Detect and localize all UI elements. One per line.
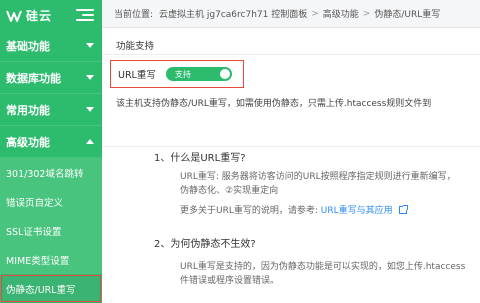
toggle-knob bbox=[219, 69, 230, 79]
sidebar-subitem-error-page[interactable]: 错误页自定义 bbox=[0, 187, 102, 216]
chevron-up-icon bbox=[86, 139, 94, 144]
breadcrumb-prefix: 当前位置: bbox=[114, 10, 154, 20]
breadcrumb-separator: > bbox=[362, 8, 371, 19]
advanced-submenu: 301/302域名跳转 错误页自定义 SSL证书设置 MIME类型设置 伪静态/… bbox=[0, 158, 102, 303]
chevron-down-icon bbox=[86, 43, 94, 48]
faq-answer-line: URL重写是支持的，因为伪静态功能是可以实现的，如您上传.htaccess bbox=[180, 262, 466, 272]
chevron-down-icon bbox=[86, 107, 94, 112]
sidebar-item-label: 基础功能 bbox=[6, 39, 50, 53]
logo-text: 硅云 bbox=[26, 8, 53, 23]
chevron-down-icon bbox=[86, 75, 94, 80]
sidebar-item-advanced[interactable]: 高级功能 bbox=[0, 126, 102, 158]
sidebar-nav: 基础功能 数据库功能 常用功能 高级功能 301/302域名跳转 错误页自定义 … bbox=[0, 30, 102, 303]
faq-q2: 2、为何伪静态不生效? bbox=[154, 238, 480, 252]
sidebar-item-label: 常用功能 bbox=[6, 103, 50, 117]
url-rewrite-feature: URL重写 支持 bbox=[110, 60, 244, 88]
sidebar-item-database[interactable]: 数据库功能 bbox=[0, 62, 102, 94]
url-rewrite-doc-link[interactable]: URL重写与其应用 bbox=[321, 206, 393, 216]
faq-answer-line: 件错误或程序设置错误。 bbox=[180, 276, 280, 286]
sidebar-item-label: 数据库功能 bbox=[6, 71, 61, 85]
section-title: 功能支持 bbox=[116, 41, 155, 52]
breadcrumb-separator: > bbox=[311, 8, 319, 19]
breadcrumb-item-current: 伪静态/URL重写 bbox=[374, 10, 441, 20]
main-content: 功能支持 URL重写 支持 该主机支持伪静态/URL重写，如需使用伪静态，只需上… bbox=[102, 28, 480, 300]
faq-q1: 1、什么是URL重写? bbox=[154, 152, 480, 166]
divider bbox=[102, 54, 480, 55]
faq-a1: URL重写: 服务器将访客访问的URL按照程序指定规则进行重新编写， 伪静态化、… bbox=[180, 170, 480, 218]
external-link-icon[interactable] bbox=[398, 205, 408, 214]
breadcrumb-item-panel[interactable]: 云虚拟主机 jg7ca6rc7h71 控制面板 bbox=[159, 7, 307, 20]
breadcrumb-item-advanced[interactable]: 高级功能 bbox=[323, 7, 359, 20]
feature-label: URL重写 bbox=[118, 70, 156, 81]
logo-icon bbox=[6, 8, 22, 22]
menu-toggle-icon[interactable] bbox=[76, 6, 96, 23]
faq-answer-line: URL重写: 服务器将访客访问的URL按照程序指定规则进行重新编写， bbox=[180, 172, 456, 182]
faq-more: 更多关于URL重写的说明，请参考: URL重写与其应用 bbox=[180, 204, 480, 218]
faq-a2: URL重写是支持的，因为伪静态功能是可以实现的，如您上传.htaccess 件错… bbox=[180, 260, 480, 288]
breadcrumb: 当前位置: 云虚拟主机 jg7ca6rc7h71 控制面板 > 高级功能 > 伪… bbox=[102, 0, 480, 28]
divider bbox=[102, 146, 480, 147]
sidebar: 硅云 基础功能 数据库功能 常用功能 高级功能 301/302域名跳转 错误页自… bbox=[0, 0, 102, 303]
faq-question: 1、什么是URL重写? bbox=[154, 153, 246, 164]
sidebar-item-basic[interactable]: 基础功能 bbox=[0, 30, 102, 62]
toggle-label: 支持 bbox=[174, 69, 191, 79]
sidebar-subitem-mime[interactable]: MIME类型设置 bbox=[0, 245, 102, 274]
sidebar-subitem-ssl[interactable]: SSL证书设置 bbox=[0, 216, 102, 245]
faq-answer-line: 伪静态化、②实现重定向 bbox=[180, 186, 279, 196]
sidebar-item-common[interactable]: 常用功能 bbox=[0, 94, 102, 126]
support-note: 该主机支持伪静态/URL重写，如需使用伪静态，只需上传.htaccess规则文件… bbox=[116, 99, 432, 109]
faq-question: 2、为何伪静态不生效? bbox=[154, 239, 256, 250]
sidebar-subitem-url-rewrite[interactable]: 伪静态/URL重写 bbox=[0, 274, 102, 303]
support-toggle[interactable]: 支持 bbox=[165, 67, 232, 81]
sidebar-subitem-redirect[interactable]: 301/302域名跳转 bbox=[0, 158, 102, 187]
faq-more-prefix: 更多关于URL重写的说明，请参考: bbox=[180, 206, 318, 216]
sidebar-item-label: 高级功能 bbox=[6, 135, 50, 149]
